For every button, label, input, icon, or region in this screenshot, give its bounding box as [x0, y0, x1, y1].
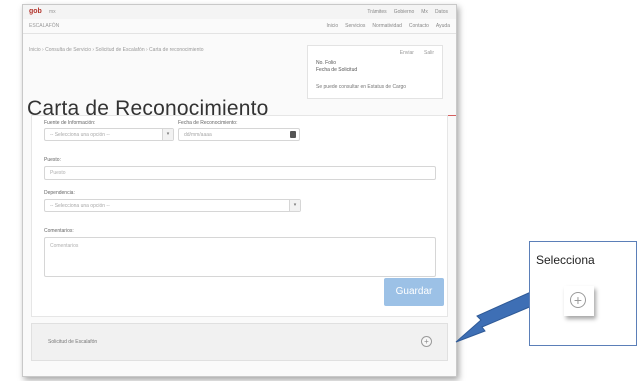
callout-label: Selecciona	[536, 253, 595, 267]
callout-add-button[interactable]: +	[564, 286, 594, 316]
callout-box: Selecciona +	[529, 241, 637, 346]
plus-circle-icon: +	[570, 292, 586, 308]
arrow-shape	[455, 290, 540, 343]
